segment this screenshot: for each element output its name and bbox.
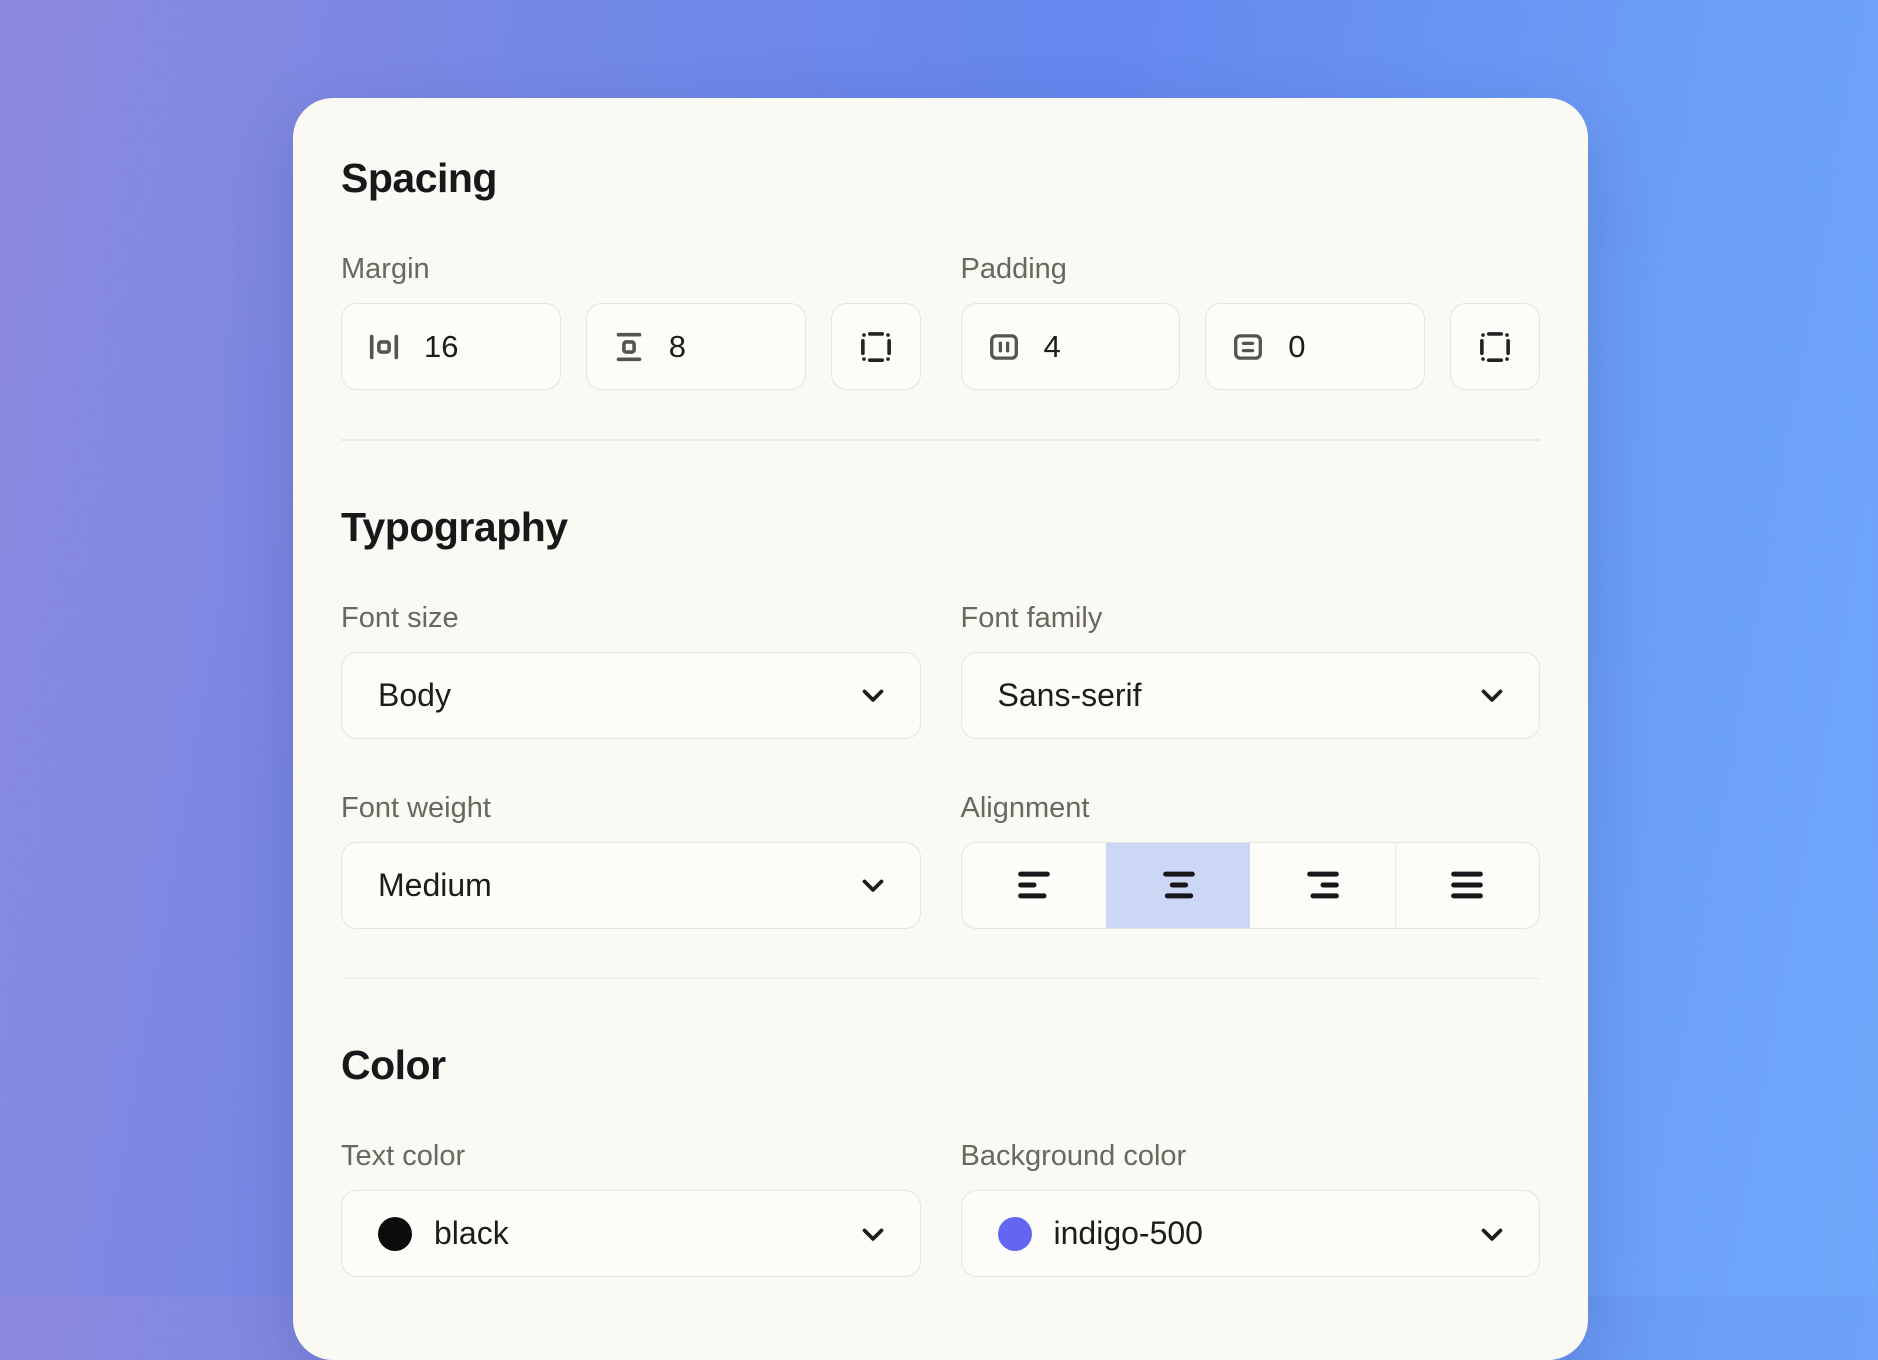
align-center-button[interactable] [1106,843,1250,928]
margin-individual-sides-button[interactable] [831,303,921,390]
margin-horizontal-input[interactable]: 16 [341,303,561,390]
chevron-down-icon [856,1217,890,1251]
align-right-button[interactable] [1250,843,1394,928]
section-spacing: Spacing Margin 16 [341,154,1540,390]
font-family-field: Font family Sans-serif [961,601,1541,739]
font-size-value: Body [378,677,856,714]
align-justify-button[interactable] [1395,843,1539,928]
text-color-label: Text color [341,1139,921,1173]
color-section-title: Color [341,1041,1540,1089]
margin-horizontal-value: 16 [424,329,458,365]
align-center-icon [1159,865,1199,905]
background-color-field: Background color indigo-500 [961,1139,1541,1277]
font-family-select[interactable]: Sans-serif [961,652,1541,739]
dashed-border-icon [1475,327,1515,367]
horizontal-padding-icon [986,329,1022,365]
background-color-value: indigo-500 [1054,1215,1476,1252]
vertical-margin-icon [611,329,647,365]
font-weight-select[interactable]: Medium [341,842,921,929]
section-color: Color Text color black Background color … [341,1041,1540,1277]
font-size-select[interactable]: Body [341,652,921,739]
align-left-button[interactable] [962,843,1106,928]
alignment-segmented-control [961,842,1541,929]
properties-panel: Spacing Margin 16 [293,98,1588,1360]
font-weight-field: Font weight Medium [341,791,921,929]
align-left-icon [1014,865,1054,905]
section-divider [341,439,1540,441]
padding-vertical-input[interactable]: 0 [1205,303,1425,390]
section-typography: Typography Font size Body Font family Sa… [341,503,1540,929]
font-size-field: Font size Body [341,601,921,739]
spacing-section-title: Spacing [341,154,1540,202]
alignment-label: Alignment [961,791,1541,825]
padding-horizontal-input[interactable]: 4 [961,303,1181,390]
padding-horizontal-value: 4 [1044,329,1061,365]
font-weight-label: Font weight [341,791,921,825]
padding-individual-sides-button[interactable] [1450,303,1540,390]
font-weight-value: Medium [378,867,856,904]
chevron-down-icon [856,678,890,712]
margin-vertical-input[interactable]: 8 [586,303,806,390]
horizontal-margin-icon [366,329,402,365]
font-family-value: Sans-serif [998,677,1476,714]
background-color-select[interactable]: indigo-500 [961,1190,1541,1277]
chevron-down-icon [1475,678,1509,712]
text-color-select[interactable]: black [341,1190,921,1277]
padding-field: Padding 4 [961,252,1541,390]
margin-field: Margin 16 [341,252,921,390]
chevron-down-icon [856,868,890,902]
alignment-field: Alignment [961,791,1541,929]
background-color-label: Background color [961,1139,1541,1173]
align-justify-icon [1447,865,1487,905]
font-family-label: Font family [961,601,1541,635]
black-color-swatch [378,1217,412,1251]
padding-label: Padding [961,252,1541,286]
typography-section-title: Typography [341,503,1540,551]
align-right-icon [1303,865,1343,905]
chevron-down-icon [1475,1217,1509,1251]
vertical-padding-icon [1230,329,1266,365]
indigo-color-swatch [998,1217,1032,1251]
font-size-label: Font size [341,601,921,635]
dashed-border-icon [856,327,896,367]
padding-vertical-value: 0 [1288,329,1305,365]
margin-label: Margin [341,252,921,286]
text-color-value: black [434,1215,856,1252]
margin-vertical-value: 8 [669,329,686,365]
section-divider [341,978,1540,980]
text-color-field: Text color black [341,1139,921,1277]
